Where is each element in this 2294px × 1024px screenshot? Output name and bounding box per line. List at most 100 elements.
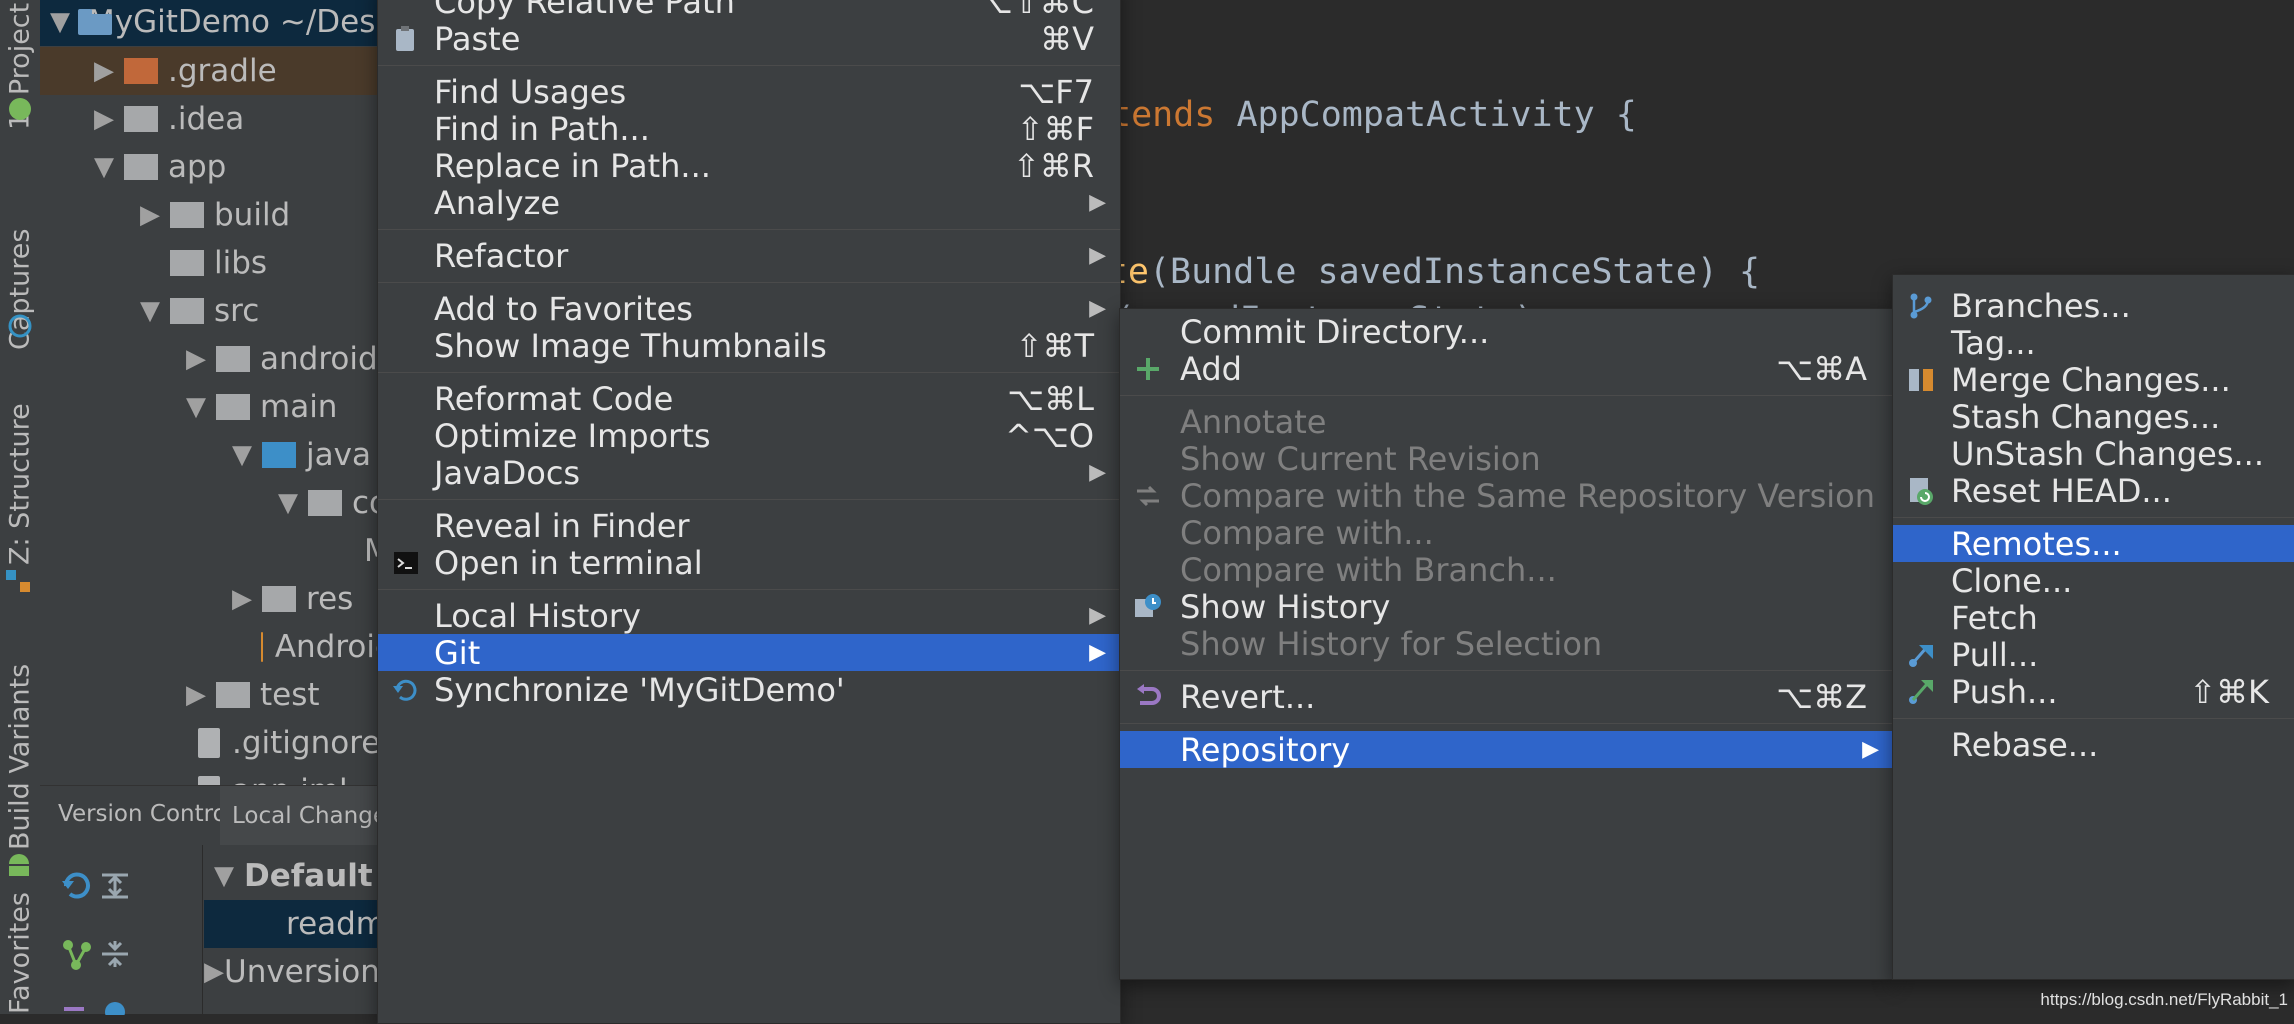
tree-row[interactable]: app.iml (40, 767, 380, 785)
history-icon (1135, 593, 1161, 617)
menu-item-push[interactable]: Push... ⇧⌘K (1893, 673, 2294, 711)
menu-separator (378, 229, 1120, 230)
menu-item-label: Reveal in Finder (434, 506, 690, 545)
menu-item-git[interactable]: Git ▶ (378, 634, 1120, 672)
tree-row[interactable]: libs (40, 239, 380, 287)
menu-item-analyze[interactable]: Analyze ▶ (378, 183, 1120, 222)
tree-row[interactable]: ▶ test (40, 671, 380, 719)
menu-separator (378, 372, 1120, 373)
folder-icon (216, 682, 250, 708)
folder-icon (170, 250, 204, 276)
menu-item-unstash-changes[interactable]: UnStash Changes... (1893, 435, 2294, 473)
menu-item-rebase[interactable]: Rebase... (1893, 726, 2294, 764)
tab-structure[interactable]: Z: Structure (2, 395, 38, 565)
menu-item-commit-directory[interactable]: Commit Directory... (1120, 313, 1893, 351)
branches-icon (1910, 293, 1932, 318)
tab-favorites[interactable]: Favorites (2, 892, 38, 1014)
changelist-default[interactable]: ▼ Default (204, 852, 384, 900)
context-menu: Copy Relative Path ⌥⇧⌘C Paste ⌘V Find Usages… (377, 0, 1121, 1024)
tree-row[interactable]: ▼ java (40, 431, 380, 479)
tree-row[interactable]: ▶ .gradle (40, 47, 380, 95)
menu-separator (378, 65, 1120, 66)
menu-item-label: Local History (434, 596, 641, 635)
menu-item-open-in-terminal[interactable]: Open in terminal (378, 544, 1120, 582)
menu-item-label: Clone... (1951, 561, 2073, 600)
menu-item-javadocs[interactable]: JavaDocs ▶ (378, 454, 1120, 492)
tree-row-label: app (168, 149, 227, 185)
submenu-arrow-icon: ▶ (1089, 603, 1106, 628)
menu-item-shortcut: ⌥⌘A (1776, 349, 1867, 388)
menu-item-reformat-code[interactable]: Reformat Code ⌥⌘L (378, 380, 1120, 418)
unversioned-files-row[interactable]: ▶ Unversioned Files (204, 948, 384, 996)
resource-folder-icon (262, 586, 296, 612)
menu-item-find-in-path[interactable]: Find in Path... ⇧⌘F (378, 110, 1120, 148)
menu-item-reveal-in-finder[interactable]: Reveal in Finder (378, 506, 1120, 545)
tree-row[interactable]: ▼ main (40, 383, 380, 431)
menu-separator (1893, 517, 2294, 518)
menu-item-pull[interactable]: Pull... (1893, 636, 2294, 674)
tab-build-variants[interactable]: Build Variants (2, 650, 38, 850)
menu-item-optimize-imports[interactable]: Optimize Imports ^⌥O (378, 417, 1120, 455)
menu-item-tag[interactable]: Tag... (1893, 324, 2294, 362)
menu-item-show-history[interactable]: Show History (1120, 588, 1893, 626)
menu-item-merge-changes[interactable]: Merge Changes... (1893, 361, 2294, 399)
menu-item-shortcut: ⌘V (1040, 19, 1094, 58)
menu-item-refactor[interactable]: Refactor ▶ (378, 236, 1120, 275)
expand-all-icon[interactable] (98, 869, 132, 903)
terminal-icon (394, 551, 418, 574)
undo-icon[interactable] (60, 995, 94, 1015)
tree-row-root[interactable]: ▼ MyGitDemo ~/Desktop/GitDemo/MyGitDemo (40, 0, 380, 46)
menu-item-repository[interactable]: Repository ▶ (1120, 731, 1893, 769)
settings-icon[interactable] (98, 995, 132, 1015)
menu-item-reset-head[interactable]: Reset HEAD... (1893, 472, 2294, 510)
tree-row[interactable]: ▶ .idea (40, 95, 380, 143)
menu-item-label: Stash Changes... (1951, 397, 2221, 436)
menu-item-remotes[interactable]: Remotes... (1893, 525, 2294, 563)
package-icon (308, 490, 342, 516)
merge-icon (1909, 368, 1933, 391)
menu-item-label: Add (1180, 349, 1242, 388)
menu-item-revert[interactable]: Revert... ⌥⌘Z (1120, 678, 1893, 716)
menu-item-show-image-thumbnails[interactable]: Show Image Thumbnails ⇧⌘T (378, 326, 1120, 365)
menu-item-fetch[interactable]: Fetch (1893, 599, 2294, 637)
tree-row[interactable]: MainActivity (40, 527, 380, 575)
collapse-all-icon[interactable] (98, 937, 132, 971)
refresh-icon[interactable] (60, 869, 94, 903)
tree-row[interactable]: AndroidManifest.xml (40, 623, 380, 671)
tree-row[interactable]: ▼ com.example (40, 479, 380, 527)
changelist-label: Default (244, 858, 373, 894)
tab-local-changes[interactable]: Local Changes (220, 786, 392, 846)
menu-separator (1893, 718, 2294, 719)
tree-row[interactable]: ▶ build (40, 191, 380, 239)
menu-item-shortcut: ⌥⇧⌘C (975, 0, 1094, 21)
menu-item-local-history[interactable]: Local History ▶ (378, 596, 1120, 635)
tree-row-label: .gitignore (232, 725, 380, 761)
tree-row[interactable]: .gitignore (40, 719, 380, 767)
menu-item-label: Analyze (434, 183, 561, 222)
changed-file-row[interactable]: readme.md (204, 900, 384, 948)
menu-item-find-usages[interactable]: Find Usages ⌥F7 (378, 73, 1120, 111)
tree-row[interactable]: ▶ res (40, 575, 380, 623)
tree-row-label: app.iml (232, 773, 348, 785)
compare-icon (1137, 485, 1159, 506)
branch-icon[interactable] (60, 937, 94, 971)
expand-arrow-icon: ▶ (204, 957, 224, 987)
menu-item-add[interactable]: Add ⌥⌘A (1120, 349, 1893, 388)
menu-item-replace-in-path[interactable]: Replace in Path... ⇧⌘R (378, 147, 1120, 185)
file-icon (198, 776, 220, 785)
menu-item-synchronize-mygitdemo[interactable]: Synchronize 'MyGitDemo' (378, 671, 1120, 709)
menu-item-label: Refactor (434, 236, 569, 275)
tree-row[interactable]: ▼ app (40, 143, 380, 191)
menu-item-stash-changes[interactable]: Stash Changes... (1893, 397, 2294, 436)
menu-item-copy-relative-path[interactable]: Copy Relative Path ⌥⇧⌘C (378, 0, 1120, 21)
menu-item-label: Show Image Thumbnails (434, 326, 827, 365)
tree-row[interactable]: ▶ androidTest (40, 335, 380, 383)
menu-item-branches[interactable]: Branches... (1893, 287, 2294, 325)
tree-row[interactable]: ▼ src (40, 287, 380, 335)
menu-item-add-to-favorites[interactable]: Add to Favorites ▶ (378, 290, 1120, 328)
version-control-title: Version Control: (58, 801, 241, 827)
submenu-arrow-icon: ▶ (1862, 737, 1879, 762)
menu-item-paste[interactable]: Paste ⌘V (378, 19, 1120, 58)
menu-item-clone[interactable]: Clone... (1893, 561, 2294, 600)
folder-icon (170, 298, 204, 324)
